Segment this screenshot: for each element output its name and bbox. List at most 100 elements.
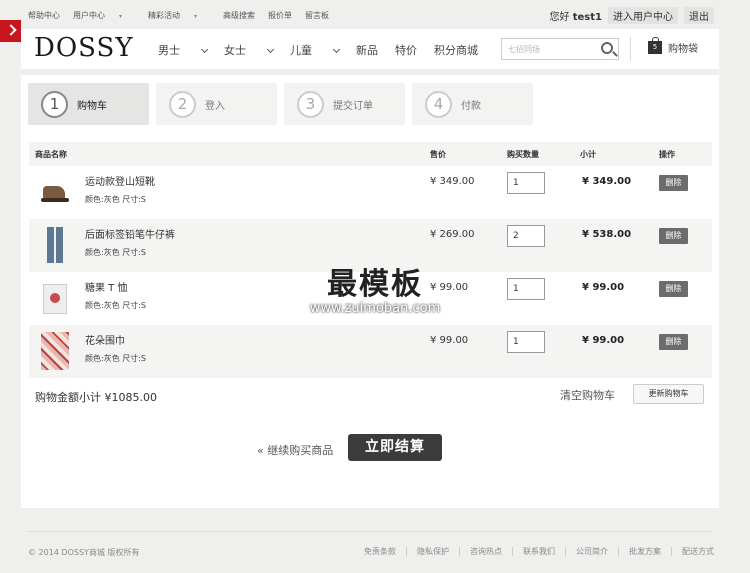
username: test1 [572,12,602,23]
top-links: 帮助中心 用户中心 ▾ 精彩活动 ▾ 高级搜索 报价单 留言板 [28,10,342,21]
nav-women[interactable]: 女士 [224,42,275,58]
logout-button[interactable]: 退出 [684,7,714,24]
product-attributes: 颜色:灰色 尺寸:S [85,301,147,310]
top-bar: 帮助中心 用户中心 ▾ 精彩活动 ▾ 高级搜索 报价单 留言板 您好 test1 进… [0,0,750,28]
footer-link-about[interactable]: 公司简介 [565,547,618,556]
search-box [501,38,619,60]
quantity-input[interactable] [507,172,545,194]
nav-sale[interactable]: 特价 [395,42,417,58]
user-center-button[interactable]: 进入用户中心 [608,7,678,24]
step-payment: 4 付款 [412,83,533,125]
step-label: 提交订单 [333,100,373,112]
product-name[interactable]: 花朵围巾 [85,332,125,347]
nav-kids[interactable]: 儿童 [290,42,341,58]
footer-link-hotline[interactable]: 咨询热点 [459,547,512,556]
step-cart: 1 购物车 [28,83,149,125]
search-input[interactable] [502,39,592,59]
product-name[interactable]: 后面标签铅笔牛仔裤 [85,226,175,241]
quantity-input[interactable] [507,278,545,300]
boot-image [41,186,69,202]
row-subtotal: ¥ 99.00 [582,282,625,293]
nav-women-label: 女士 [224,44,246,57]
product-thumbnail[interactable] [35,278,75,318]
side-arrow-tab[interactable] [0,20,21,42]
clear-cart-link[interactable]: 清空购物车 [560,387,615,403]
nav-points-mall[interactable]: 积分商城 [434,42,478,58]
step-number: 2 [169,90,196,118]
step-number: 4 [425,90,452,118]
scarf-image [41,332,69,370]
main-nav: 男士 女士 儿童 新品 特价 积分商城 [158,42,495,58]
greeting-prefix: 您好 [549,12,570,23]
watermark-url: www.zuimoban.com [309,301,441,316]
caret-down-icon: ▾ [194,13,198,20]
col-name: 商品名称 [35,150,67,159]
footer-links: 免责条款 隐私保护 咨询热点 联系我们 公司简介 批发方案 配送方式 [354,547,714,556]
logo[interactable]: DOSSY [34,33,134,63]
copyright: © 2014 DOSSY商城 版权所有 [28,548,140,557]
step-label: 购物车 [77,100,107,112]
cart-total: 购物金额小计 ¥1085.00 [35,391,157,404]
update-cart-button[interactable]: 更新购物车 [633,384,704,404]
search-icon[interactable] [601,42,613,54]
row-subtotal: ¥ 538.00 [582,229,632,240]
chevron-down-icon [332,45,341,54]
shopping-bag-icon: 5 [648,37,662,54]
checkout-button[interactable]: 立即结算 [348,434,442,461]
product-name[interactable]: 运动款登山短靴 [85,173,155,188]
events-menu[interactable]: 精彩活动 ▾ [148,10,210,21]
continue-shopping-link[interactable]: « 继续购买商品 [257,442,333,458]
footer-link-delivery[interactable]: 配送方式 [671,547,714,556]
help-center-link[interactable]: 帮助中心 [28,10,60,21]
product-thumbnail[interactable] [35,225,75,265]
message-board-link[interactable]: 留言板 [305,10,329,21]
product-price: ¥ 349.00 [430,176,475,187]
user-center-label: 用户中心 [73,11,105,20]
step-number: 1 [41,90,68,118]
delete-button[interactable]: 删除 [659,334,688,350]
user-center-menu[interactable]: 用户中心 ▾ [73,10,135,21]
product-attributes: 颜色:灰色 尺寸:S [85,354,147,363]
product-price: ¥ 269.00 [430,229,475,240]
table-row: 花朵围巾 颜色:灰色 尺寸:S ¥ 99.00 ¥ 99.00 删除 [29,325,712,378]
quote-link[interactable]: 报价单 [268,10,292,21]
tshirt-image [43,284,67,314]
delete-button[interactable]: 删除 [659,228,688,244]
caret-down-icon: ▾ [119,13,123,20]
delete-button[interactable]: 删除 [659,281,688,297]
cart-label: 购物袋 [668,44,698,55]
table-row: 运动款登山短靴 颜色:灰色 尺寸:S ¥ 349.00 ¥ 349.00 删除 [29,166,712,219]
watermark: 最模板 www.zuimoban.com [295,259,455,316]
col-action: 操作 [659,150,675,159]
footer-link-disclaimer[interactable]: 免责条款 [354,547,406,556]
footer-divider [28,531,712,532]
row-subtotal: ¥ 349.00 [582,176,632,187]
step-login: 2 登入 [156,83,277,125]
table-header: 商品名称 售价 购买数量 小计 操作 [29,142,712,166]
nav-men-label: 男士 [158,44,180,57]
footer-link-contact[interactable]: 联系我们 [512,547,565,556]
product-price: ¥ 99.00 [430,335,469,346]
step-label: 登入 [205,100,225,112]
chevron-down-icon [266,45,275,54]
product-thumbnail[interactable] [35,172,75,212]
step-label: 付款 [461,100,481,112]
nav-new[interactable]: 新品 [356,42,378,58]
nav-men[interactable]: 男士 [158,42,209,58]
product-attributes: 颜色:灰色 尺寸:S [85,195,147,204]
product-thumbnail[interactable] [35,331,75,371]
footer-link-wholesale[interactable]: 批发方案 [618,547,671,556]
cart-link[interactable]: 5 购物袋 [648,37,698,55]
step-submit-order: 3 提交订单 [284,83,405,125]
delete-button[interactable]: 删除 [659,175,688,191]
product-name[interactable]: 糖果 T 恤 [85,279,127,294]
site-header: DOSSY 男士 女士 儿童 新品 特价 积分商城 5 购物袋 [21,29,719,69]
step-number: 3 [297,90,324,118]
advanced-search-link[interactable]: 高级搜索 [223,10,255,21]
footer-link-privacy[interactable]: 隐私保护 [406,547,459,556]
watermark-title: 最模板 [327,267,423,302]
col-subtotal: 小计 [580,150,596,159]
row-subtotal: ¥ 99.00 [582,335,625,346]
quantity-input[interactable] [507,331,545,353]
quantity-input[interactable] [507,225,545,247]
